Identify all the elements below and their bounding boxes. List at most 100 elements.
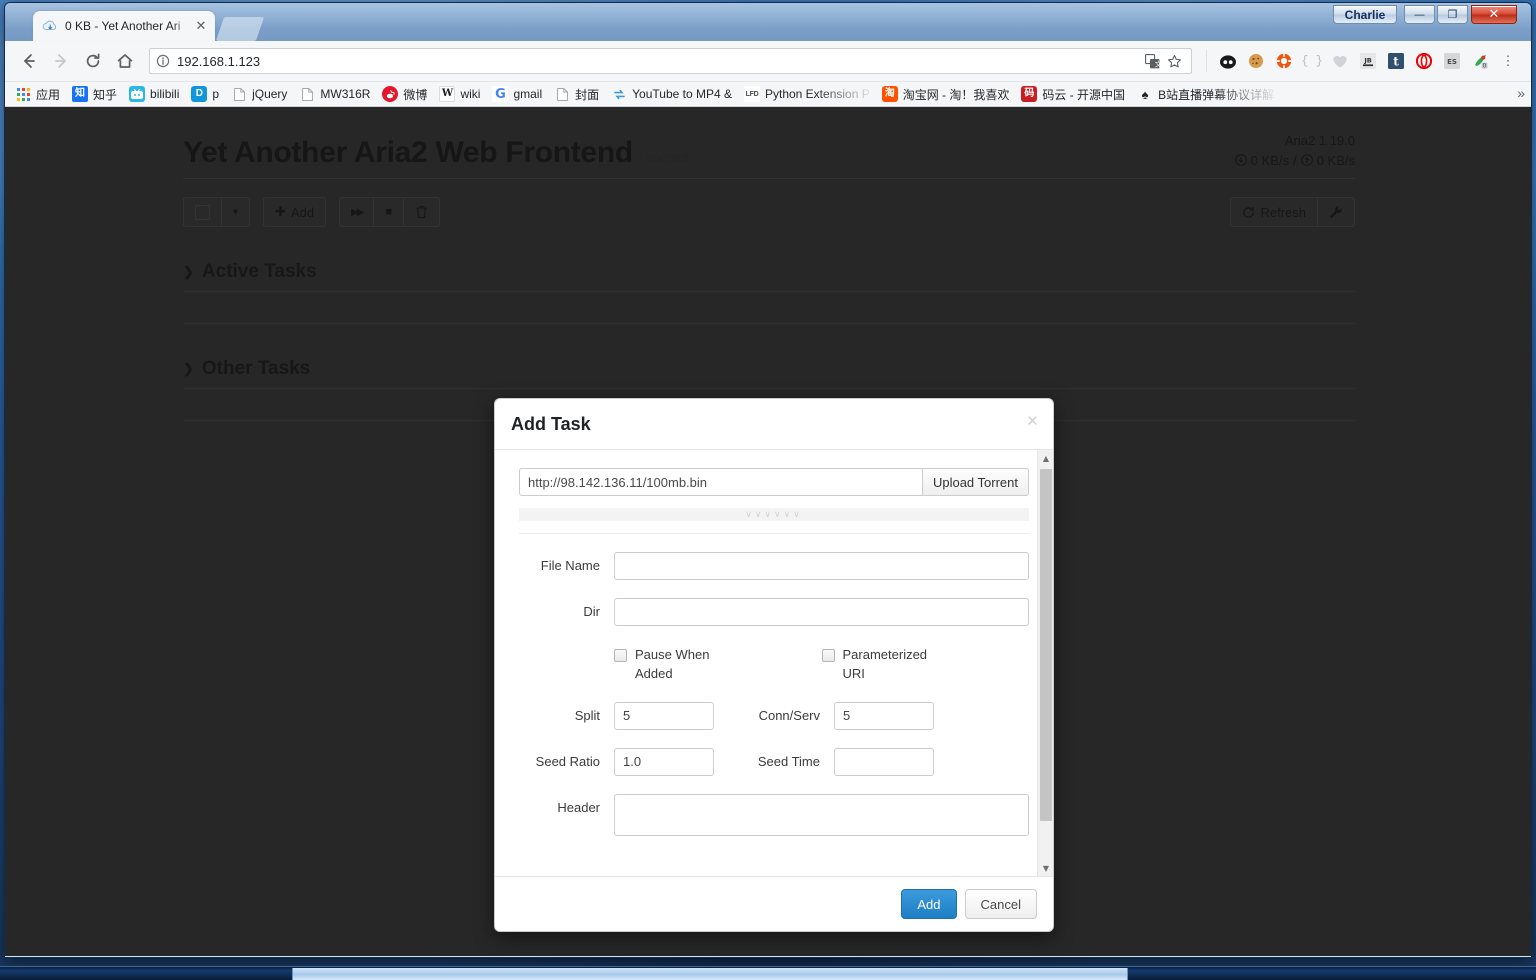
parameterized-uri-checkbox[interactable]: Parameterized URI	[821, 646, 1030, 684]
header-textarea[interactable]	[614, 793, 1029, 836]
new-tab-button[interactable]	[215, 17, 265, 41]
bookmark-label: jQuery	[252, 87, 288, 101]
split-field: Split	[519, 701, 714, 730]
toolbar-divider	[1206, 50, 1207, 72]
lfd-icon: LFD	[743, 86, 760, 102]
taskbar	[0, 966, 1536, 980]
uri-input[interactable]	[519, 468, 922, 496]
address-bar[interactable]: 192.168.1.123 文	[149, 48, 1192, 74]
conn-serv-label: Conn/Serv	[758, 707, 820, 723]
conn-serv-input[interactable]	[834, 701, 934, 730]
add-task-dialog: Add Task × Upload Torrent ∨∨∨∨∨∨ File Na…	[494, 398, 1054, 932]
home-button[interactable]	[111, 47, 139, 75]
scroll-up-icon[interactable]: ▲	[1038, 450, 1053, 466]
bookmark-bilibili-danmaku[interactable]: ♠ B站直播弹幕协议详解	[1133, 85, 1280, 104]
dialog-cancel-button[interactable]: Cancel	[964, 889, 1037, 919]
file-name-row: File Name	[519, 552, 1029, 580]
braces-icon[interactable]: { }	[1299, 48, 1325, 74]
bookmark-zhihu[interactable]: 知 知乎	[68, 85, 123, 104]
bookmark-gitee[interactable]: 码 码云 - 开源中国	[1017, 85, 1131, 104]
bookmark-bilibili[interactable]: bilibili	[125, 85, 185, 103]
dir-input[interactable]	[614, 598, 1029, 626]
bookmarks-overflow-button[interactable]: »	[1517, 85, 1525, 101]
aria2-icon[interactable]: 0	[1467, 48, 1493, 74]
window-close-button[interactable]: ✕	[1471, 5, 1517, 24]
bookmark-label: bilibili	[150, 87, 180, 101]
bookmark-label: 应用	[36, 87, 61, 102]
window-minimize-button[interactable]: —	[1404, 5, 1435, 24]
page-icon	[554, 86, 570, 102]
tab-close-icon[interactable]: ✕	[193, 18, 209, 34]
google-icon: G	[492, 86, 509, 102]
dialog-body: Upload Torrent ∨∨∨∨∨∨ File Name Dir Paus…	[495, 450, 1053, 876]
bookmark-wiki[interactable]: W wiki	[435, 85, 486, 103]
seed-ratio-input[interactable]	[614, 747, 714, 776]
opera-icon[interactable]	[1411, 48, 1437, 74]
maximize-icon: ❐	[1447, 8, 1458, 21]
back-button[interactable]	[15, 47, 43, 75]
cookie-icon[interactable]	[1243, 48, 1269, 74]
bookmark-youtube-to-mp4[interactable]: YouTube to MP4 &	[607, 85, 738, 103]
bookmark-p[interactable]: D p	[187, 85, 225, 103]
svg-text:ES: ES	[1447, 58, 1457, 66]
bookmark-gmail[interactable]: G gmail	[488, 85, 548, 103]
page-icon	[299, 86, 315, 102]
bookmark-weibo[interactable]: 微博	[378, 85, 433, 104]
bookmark-taobao[interactable]: 淘 淘宝网 - 淘！我喜欢	[878, 85, 1016, 104]
translate-icon[interactable]: 文	[1141, 50, 1163, 72]
scroll-down-icon[interactable]: ▼	[1038, 860, 1053, 876]
lifebuoy-icon[interactable]	[1271, 48, 1297, 74]
bookmark-label: 码云 - 开源中国	[1042, 87, 1126, 102]
cloud-download-icon	[42, 19, 59, 34]
file-name-input[interactable]	[614, 552, 1029, 580]
bookmark-apps[interactable]: 应用	[11, 85, 66, 104]
page-content: Yet Another Aria2 Web Frontend cached Ar…	[5, 107, 1531, 956]
uri-resize-handle[interactable]: ∨∨∨∨∨∨	[519, 508, 1029, 521]
bookmark-fengmian[interactable]: 封面	[550, 85, 605, 104]
bookmark-mw316r[interactable]: MW316R	[295, 85, 376, 103]
svg-text:0: 0	[1482, 62, 1486, 69]
bookmark-python-extension[interactable]: LFD Python Extension P	[740, 85, 876, 103]
dialog-scrollbar[interactable]: ▲ ▼	[1037, 450, 1053, 876]
minimize-icon: —	[1414, 8, 1425, 21]
spade-icon: ♠	[1141, 86, 1149, 102]
star-icon[interactable]	[1163, 50, 1185, 72]
seed-ratio-field: Seed Ratio	[519, 747, 714, 776]
header-row: Header	[519, 793, 1029, 841]
file-name-label: File Name	[540, 558, 600, 573]
taskbar-window-button[interactable]	[292, 968, 1128, 980]
seed-time-input[interactable]	[834, 747, 934, 776]
bookmark-jquery[interactable]: jQuery	[227, 85, 293, 103]
browser-tab-title: 0 KB - Yet Another Ari	[65, 19, 181, 33]
svg-text:JB: JB	[1363, 56, 1371, 64]
window-maximize-button[interactable]: ❐	[1437, 5, 1468, 24]
panda-icon[interactable]	[1215, 48, 1241, 74]
bookmark-label: gmail	[513, 87, 543, 101]
seed-time-field: Seed Time	[714, 747, 934, 776]
seed-row: Seed Ratio Seed Time	[519, 747, 1029, 776]
scrollbar-thumb[interactable]	[1040, 469, 1052, 821]
browser-menu-button[interactable]: ⋮	[1495, 48, 1521, 74]
browser-tab[interactable]: 0 KB - Yet Another Ari ✕	[33, 11, 215, 41]
jb-icon[interactable]: JB	[1355, 48, 1381, 74]
browser-toolbar: 192.168.1.123 文 { } JB t	[5, 41, 1531, 82]
es-icon[interactable]: ES	[1439, 48, 1465, 74]
tumblr-icon[interactable]: t	[1383, 48, 1409, 74]
page-icon	[231, 86, 247, 102]
dir-row: Dir	[519, 598, 1029, 626]
dialog-header: Add Task ×	[495, 399, 1053, 450]
dialog-add-button[interactable]: Add	[901, 889, 957, 919]
split-input[interactable]	[614, 701, 714, 730]
upload-torrent-button[interactable]: Upload Torrent	[921, 468, 1029, 496]
site-info-icon[interactable]	[156, 54, 170, 68]
checkbox-icon[interactable]	[614, 649, 627, 662]
checkbox-icon[interactable]	[821, 649, 835, 662]
close-icon[interactable]: ×	[1027, 412, 1038, 431]
pause-when-added-checkbox[interactable]: Pause When Added	[614, 646, 822, 684]
forward-button[interactable]	[47, 47, 75, 75]
dialog-footer: Add Cancel	[495, 876, 1053, 931]
pause-when-added-label: Pause When Added	[635, 647, 710, 681]
user-profile-chip[interactable]: Charlie	[1333, 5, 1397, 24]
heart-icon[interactable]	[1327, 48, 1353, 74]
reload-button[interactable]	[79, 47, 107, 75]
